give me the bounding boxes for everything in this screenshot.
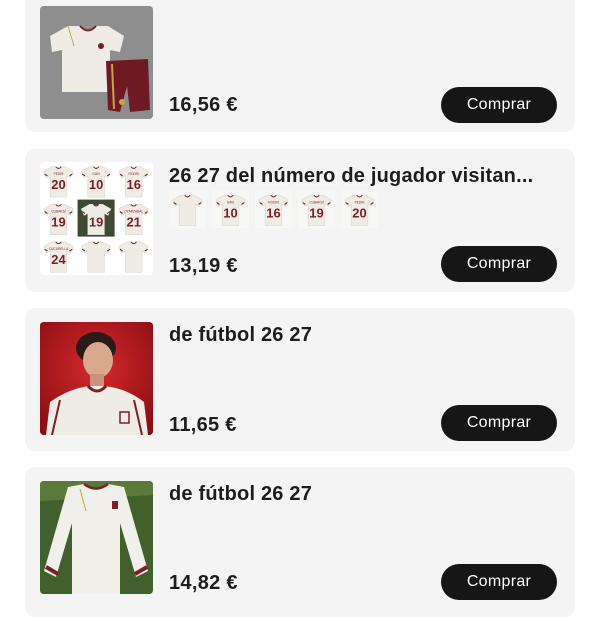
player-number: 10 <box>223 205 237 220</box>
player-number: 21 <box>127 214 141 229</box>
buy-button[interactable]: Comprar <box>441 246 557 282</box>
jersey-icon: PEDRI20 <box>344 194 375 226</box>
product-image[interactable] <box>40 6 153 119</box>
product-image[interactable] <box>40 481 153 594</box>
grid-jersey: 19 <box>77 199 115 237</box>
variant-thumbnail[interactable]: CUBARSÍ 19 <box>298 190 335 228</box>
player-name: GAVI <box>227 200 235 204</box>
product-card[interactable]: 16,56 € Comprar <box>25 0 575 132</box>
product-image[interactable]: PEDRI 20 GAVI 10 RODRI 16 CUBARSÍ 19 19 OYARZABAL… <box>40 162 153 275</box>
variant-thumbnail[interactable]: PEDRI 20 <box>341 190 378 228</box>
player-number: 20 <box>51 177 65 192</box>
jersey-icon <box>172 194 203 226</box>
product-image[interactable] <box>40 322 153 435</box>
buy-button[interactable]: Comprar <box>441 87 557 123</box>
player-number: 10 <box>89 177 103 192</box>
player-number: 19 <box>51 214 65 229</box>
player-name: CUCURELLA <box>49 247 69 251</box>
product-card[interactable]: PEDRI 20 GAVI 10 RODRI 16 CUBARSÍ 19 19 OYARZABAL… <box>25 149 575 292</box>
jersey-icon: GAVI10 <box>215 194 246 226</box>
player-name: GAVI <box>92 172 100 176</box>
product-price: 14,82 € <box>169 572 238 594</box>
player-number: 20 <box>352 205 366 220</box>
player-number: 19 <box>89 214 103 229</box>
product-title[interactable]: de fútbol 26 27 <box>169 324 564 347</box>
product-title[interactable]: de fútbol 26 27 <box>169 483 564 506</box>
jersey-grid-image: PEDRI20GAVI10RODRI16CUBARSÍ19 19OYARZABAL… <box>40 162 153 275</box>
jersey-kit-icon <box>40 6 153 119</box>
player-number: 16 <box>266 205 280 220</box>
buy-button[interactable]: Comprar <box>441 405 557 441</box>
jersey-icon: RODRI16 <box>258 194 289 226</box>
player-number: 24 <box>51 252 66 267</box>
player-name: RODRI <box>129 172 139 176</box>
model-photo-image <box>40 322 153 435</box>
product-price: 13,19 € <box>169 255 238 277</box>
player-number: 16 <box>127 177 141 192</box>
player-name: RODRI <box>268 200 278 204</box>
player-name: PEDRI <box>355 200 365 204</box>
buy-button[interactable]: Comprar <box>441 564 557 600</box>
player-name: PEDRI <box>54 172 64 176</box>
player-name: CUBARSÍ <box>309 200 323 204</box>
player-number: 19 <box>309 205 323 220</box>
variant-thumbnail[interactable]: GAVI 10 <box>212 190 249 228</box>
jersey-icon: CUBARSÍ19 <box>301 194 332 226</box>
product-card[interactable]: de fútbol 26 27 14,82 € Comprar <box>25 467 575 617</box>
player-name: OYARZABAL <box>124 210 143 214</box>
product-title[interactable]: 26 27 del número de jugador visitan... <box>169 165 564 188</box>
product-price: 16,56 € <box>169 94 238 116</box>
variant-thumbnail[interactable] <box>169 190 206 228</box>
variant-thumbnail[interactable]: RODRI 16 <box>255 190 292 228</box>
long-sleeve-jersey-image <box>40 481 153 594</box>
product-price: 11,65 € <box>169 414 237 436</box>
product-card[interactable]: de fútbol 26 27 11,65 € Comprar <box>25 308 575 451</box>
player-name: CUBARSÍ <box>51 210 65 214</box>
